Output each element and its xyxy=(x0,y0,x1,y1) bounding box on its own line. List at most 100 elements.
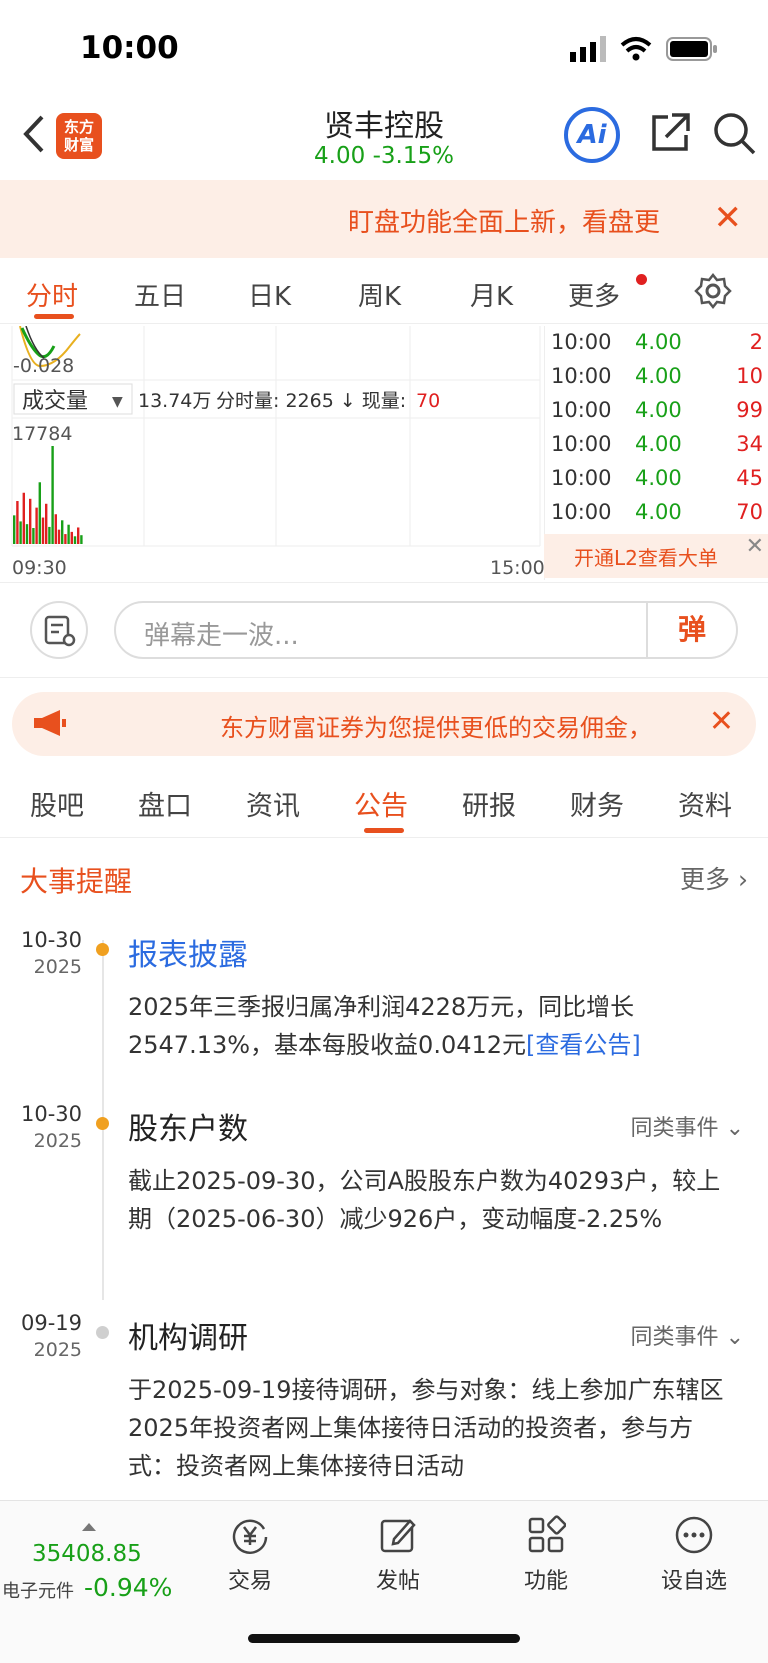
nav-label: 交易 xyxy=(227,1569,272,1594)
index-change: -0.94% xyxy=(84,1573,173,1602)
similar-events-link[interactable]: 同类事件 ⌄ xyxy=(631,1319,744,1351)
view-announcement-link[interactable]: [查看公告] xyxy=(526,1031,641,1059)
tick-price: 4.00 xyxy=(635,432,682,456)
volume-bar xyxy=(57,529,61,544)
index-ticker[interactable]: 35408.85 电子元件 -0.94% xyxy=(0,1515,180,1605)
intraday-chart[interactable]: -0.028 成交量 ▼ 13.74万 分时量: 2265 ↓ 现量: 70 1… xyxy=(0,325,545,580)
search-icon[interactable] xyxy=(712,111,756,155)
tab-announcements[interactable]: 公告 xyxy=(354,784,408,823)
tick-price: 4.00 xyxy=(635,466,682,490)
nav-functions[interactable]: 功能 xyxy=(486,1515,606,1605)
close-icon[interactable]: ✕ xyxy=(714,198,743,238)
event-date: 09-19 xyxy=(20,1311,82,1335)
tab-finance[interactable]: 财务 xyxy=(570,784,624,823)
l2-upgrade-bar[interactable]: 开通L2查看大单 ✕ xyxy=(544,534,768,578)
more-dots-icon xyxy=(675,1516,713,1554)
similar-events-link[interactable]: 同类事件 ⌄ xyxy=(631,1110,744,1142)
volume-bar xyxy=(38,482,41,544)
events-more-label: 更多 xyxy=(680,865,731,894)
volume-bar xyxy=(13,515,16,544)
chevron-down-icon: ⌄ xyxy=(725,1325,744,1350)
volume-bar xyxy=(77,527,80,544)
tab-research[interactable]: 研报 xyxy=(462,784,516,823)
close-icon[interactable]: ✕ xyxy=(709,704,734,739)
tick-price: 4.00 xyxy=(635,364,682,388)
tick-volume: 34 xyxy=(736,432,763,456)
gear-icon[interactable] xyxy=(694,272,732,310)
l2-upgrade-text[interactable]: 开通L2查看大单 xyxy=(574,542,718,571)
tick-volume: 99 xyxy=(736,398,763,422)
tick-time: 10:00 xyxy=(551,466,612,490)
tab-profile[interactable]: 资料 xyxy=(678,784,732,823)
current-volume: 70 xyxy=(416,390,440,412)
close-icon[interactable]: ✕ xyxy=(746,534,764,559)
time-start: 09:30 xyxy=(12,557,67,579)
active-tab-indicator xyxy=(34,314,74,319)
events-more-link[interactable]: 更多 › xyxy=(680,860,748,896)
tick-time: 10:00 xyxy=(551,330,612,354)
max-volume-label: 17784 xyxy=(12,423,72,445)
tab-guba[interactable]: 股吧 xyxy=(30,784,84,823)
chevron-down-icon[interactable]: ▼ xyxy=(112,394,123,410)
volume-selector[interactable]: 成交量 xyxy=(22,389,88,414)
tick-price: 4.00 xyxy=(635,500,682,524)
tick-row: 10:00 4.00 2 xyxy=(545,330,768,364)
nav-label: 设自选 xyxy=(660,1569,727,1594)
tab-five-day[interactable]: 五日 xyxy=(134,276,186,313)
time-end: 15:00 xyxy=(490,557,544,579)
tick-volume: 70 xyxy=(736,500,763,524)
grid-icon xyxy=(528,1515,566,1553)
volume-bar xyxy=(48,526,51,544)
volume-bar xyxy=(25,524,29,544)
tab-pankou[interactable]: 盘口 xyxy=(138,784,192,823)
event-year: 2025 xyxy=(33,1130,82,1152)
promo-banner[interactable]: 东方财富证券为您提供更低的交易佣金， ✕ xyxy=(12,692,756,756)
tick-row: 10:00 4.00 34 xyxy=(545,432,768,466)
timeline-dot xyxy=(96,943,109,956)
event-title[interactable]: 报表披露 xyxy=(128,930,248,974)
tick-time: 10:00 xyxy=(551,432,612,456)
volume-bar xyxy=(73,536,77,544)
tick-volume: 2 xyxy=(749,330,763,354)
volume-bar xyxy=(67,524,70,544)
home-indicator xyxy=(248,1634,520,1643)
danmu-send-button[interactable]: 弹 xyxy=(646,601,736,659)
event-body: 于2025-09-19接待调研，参与对象：线上参加广东辖区2025年投资者网上集… xyxy=(128,1376,724,1480)
danmu-settings-button[interactable] xyxy=(30,601,88,659)
ai-button[interactable]: Ai xyxy=(564,107,620,163)
tab-news[interactable]: 资讯 xyxy=(246,784,300,823)
danmu-input[interactable]: 弹幕走一波... 弹 xyxy=(114,601,738,659)
tick-volume: 10 xyxy=(736,364,763,388)
active-tab-indicator xyxy=(364,828,404,833)
chart-svg: -0.028 成交量 ▼ 13.74万 分时量: 2265 ↓ 现量: 70 1… xyxy=(11,325,545,579)
tab-intraday[interactable]: 分时 xyxy=(26,276,78,313)
status-bar: 10:00 xyxy=(0,0,768,100)
tab-more[interactable]: 更多 xyxy=(568,276,620,313)
yen-cycle-icon xyxy=(232,1519,268,1554)
danmu-placeholder: 弹幕走一波... xyxy=(144,621,299,651)
tick-row: 10:00 4.00 70 xyxy=(545,500,768,534)
tab-weekly-k[interactable]: 周K xyxy=(358,276,401,313)
volume-bar xyxy=(29,498,32,544)
edit-icon xyxy=(380,1519,416,1553)
notice-banner[interactable]: 盯盘功能全面上新，看盘更 ✕ xyxy=(0,180,768,258)
volume-bar xyxy=(64,534,67,544)
similar-events-label: 同类事件 xyxy=(630,1116,719,1141)
similar-events-label: 同类事件 xyxy=(630,1325,719,1350)
nav-trade[interactable]: 交易 xyxy=(190,1515,310,1605)
tab-daily-k[interactable]: 日K xyxy=(248,276,291,313)
share-icon[interactable] xyxy=(648,111,692,155)
nav-add-watchlist[interactable]: 设自选 xyxy=(634,1515,754,1605)
caret-up-icon xyxy=(82,1523,96,1531)
nav-post[interactable]: 发帖 xyxy=(338,1515,458,1605)
tab-monthly-k[interactable]: 月K xyxy=(470,276,513,313)
events-header: 大事提醒 更多 › xyxy=(0,846,768,910)
tick-price: 4.00 xyxy=(635,398,682,422)
price-axis-label: -0.028 xyxy=(13,355,74,377)
tick-price: 4.00 xyxy=(635,330,682,354)
tick-time: 10:00 xyxy=(551,500,612,524)
tick-row: 10:00 4.00 99 xyxy=(545,398,768,432)
chevron-down-icon: ⌄ xyxy=(725,1116,744,1141)
battery-icon xyxy=(666,37,717,61)
timeline-dot xyxy=(96,1117,109,1130)
